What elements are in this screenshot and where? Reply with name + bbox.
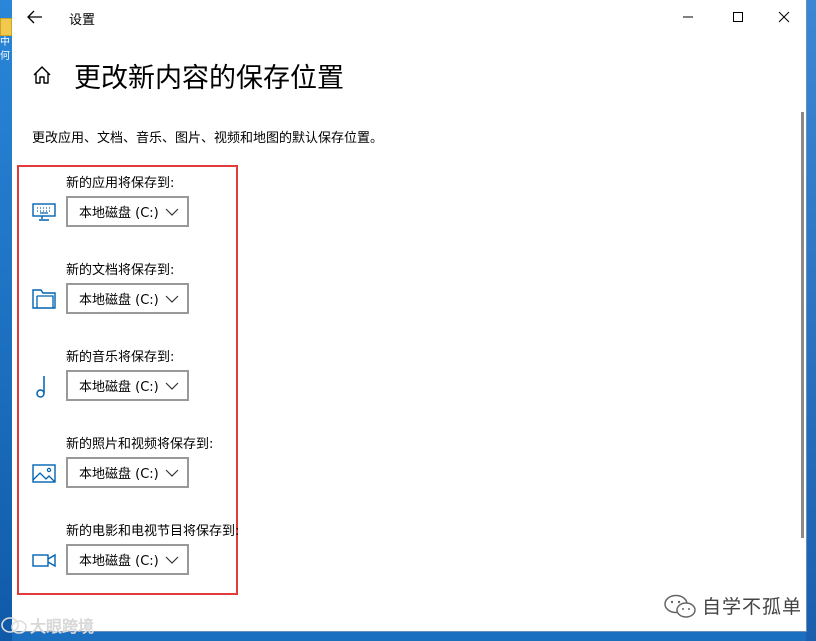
music-note-icon: [36, 376, 45, 398]
home-icon[interactable]: [31, 64, 53, 86]
app-title: 设置: [69, 13, 96, 28]
video-camera-icon: [32, 553, 56, 568]
close-icon: [778, 11, 790, 23]
title-bar[interactable]: 设置: [12, 0, 806, 34]
documents-save-label: 新的文档将保存到:: [66, 263, 175, 278]
desktop-icon-label: 中 何: [0, 37, 10, 62]
folder-icon: [32, 289, 56, 309]
watermark: 自学不孤单: [662, 592, 802, 619]
photos-drive-value: 本地磁盘 (C:): [79, 467, 159, 482]
chevron-down-icon: [165, 469, 179, 477]
page-description: 更改应用、文档、音乐、图片、视频和地图的默认保存位置。: [32, 131, 384, 146]
music-drive-value: 本地磁盘 (C:): [79, 380, 159, 395]
corner-watermark: 大眼跨境: [0, 612, 94, 638]
picture-icon: [32, 464, 56, 483]
corner-watermark-text: 大眼跨境: [30, 617, 95, 636]
minimize-button[interactable]: [665, 0, 711, 34]
vertical-scrollbar[interactable]: [801, 112, 804, 538]
maximize-icon: [733, 12, 743, 22]
wechat-icon: [664, 594, 696, 618]
movies-drive-value: 本地磁盘 (C:): [79, 554, 159, 569]
brand-logo-icon: [1, 617, 27, 634]
movies-save-label: 新的电影和电视节目将保存到:: [66, 524, 240, 539]
maximize-button[interactable]: [715, 0, 761, 34]
desktop-background-right: [806, 0, 816, 641]
watermark-text: 自学不孤单: [702, 596, 803, 618]
chevron-down-icon: [165, 295, 179, 303]
minimize-icon: [683, 16, 693, 18]
apps-drive-dropdown[interactable]: 本地磁盘 (C:): [66, 196, 189, 227]
close-button[interactable]: [761, 0, 807, 34]
documents-drive-dropdown[interactable]: 本地磁盘 (C:): [66, 283, 189, 314]
monitor-icon: [32, 203, 56, 221]
apps-save-label: 新的应用将保存到:: [66, 176, 175, 191]
chevron-down-icon: [165, 208, 179, 216]
documents-drive-value: 本地磁盘 (C:): [79, 293, 159, 308]
music-drive-dropdown[interactable]: 本地磁盘 (C:): [66, 370, 189, 401]
back-arrow-icon: [27, 10, 42, 24]
apps-drive-value: 本地磁盘 (C:): [79, 206, 159, 221]
desktop-background: 中 何: [0, 0, 12, 641]
chevron-down-icon: [165, 382, 179, 390]
photos-save-label: 新的照片和视频将保存到:: [66, 437, 214, 452]
settings-window: 设置 更改新内容的保存位置 更改应用、文档、音乐、图片、视频和地图的默认保存位置…: [12, 0, 807, 632]
photos-drive-dropdown[interactable]: 本地磁盘 (C:): [66, 457, 189, 488]
movies-drive-dropdown[interactable]: 本地磁盘 (C:): [66, 544, 189, 575]
desktop-file-icon[interactable]: [0, 18, 12, 36]
page-title: 更改新内容的保存位置: [74, 63, 344, 94]
back-button[interactable]: [20, 4, 50, 30]
chevron-down-icon: [165, 556, 179, 564]
music-save-label: 新的音乐将保存到:: [66, 350, 175, 365]
